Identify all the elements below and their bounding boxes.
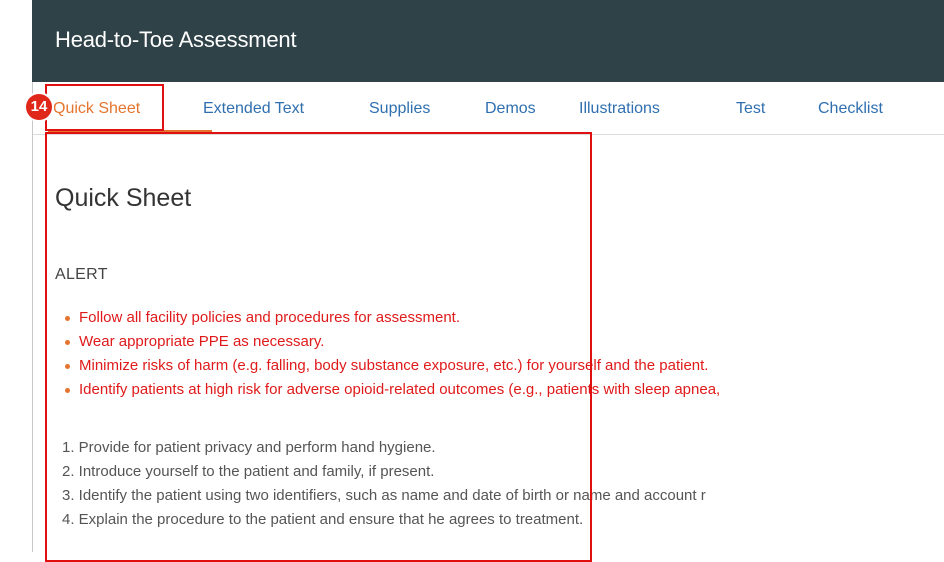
tab-supplies[interactable]: Supplies xyxy=(369,100,430,118)
step-number-badge: 14 xyxy=(26,94,52,120)
tab-illustrations[interactable]: Illustrations xyxy=(579,100,660,118)
highlight-content-box xyxy=(45,132,592,562)
tab-demos[interactable]: Demos xyxy=(485,100,536,118)
page-title: Head-to-Toe Assessment xyxy=(55,27,297,52)
tab-bar: Quick Sheet Extended Text Supplies Demos… xyxy=(33,82,944,135)
tab-extended-text[interactable]: Extended Text xyxy=(203,100,304,118)
highlight-tab-box xyxy=(45,84,164,131)
tab-checklist[interactable]: Checklist xyxy=(818,100,883,118)
title-bar: Head-to-Toe Assessment xyxy=(32,0,944,82)
tab-test[interactable]: Test xyxy=(736,100,765,118)
